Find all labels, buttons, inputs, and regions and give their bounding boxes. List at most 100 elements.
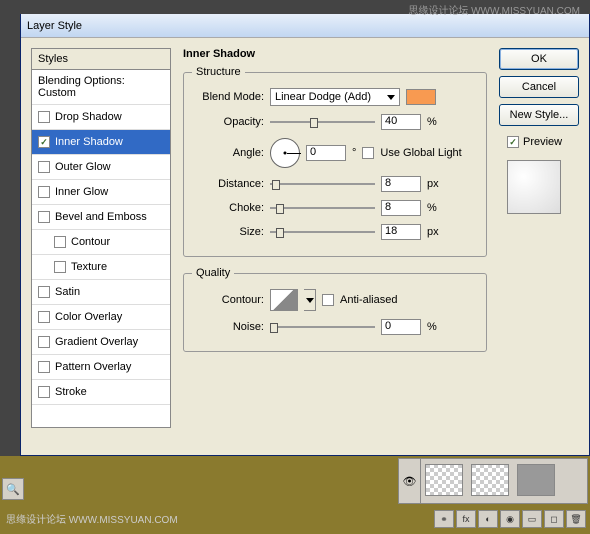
checkbox[interactable] [54, 261, 66, 273]
style-outer-glow[interactable]: Outer Glow [32, 155, 170, 180]
style-label: Contour [71, 236, 110, 248]
choke-slider[interactable] [270, 207, 375, 209]
structure-legend: Structure [192, 66, 245, 78]
styles-panel: Styles Blending Options: Custom Drop Sha… [31, 48, 171, 445]
new-style-button[interactable]: New Style... [499, 104, 579, 126]
style-label: Inner Glow [55, 186, 108, 198]
preview-checkbox[interactable] [507, 136, 519, 148]
style-label: Texture [71, 261, 107, 273]
layers-panel[interactable]: 👁 [398, 458, 588, 504]
style-label: Inner Shadow [55, 136, 123, 148]
style-pattern-overlay[interactable]: Pattern Overlay [32, 355, 170, 380]
layer-style-dialog: Layer Style Styles Blending Options: Cus… [20, 14, 590, 456]
color-swatch[interactable] [406, 89, 436, 105]
style-label: Satin [55, 286, 80, 298]
checkbox[interactable] [54, 236, 66, 248]
styles-header[interactable]: Styles [32, 49, 170, 70]
checkbox[interactable] [38, 161, 50, 173]
style-satin[interactable]: Satin [32, 280, 170, 305]
adjustment-icon[interactable]: ◉ [500, 510, 520, 528]
checkbox[interactable] [38, 361, 50, 373]
style-contour[interactable]: Contour [32, 230, 170, 255]
ok-button[interactable]: OK [499, 48, 579, 70]
watermark-bottom: 思缘设计论坛 WWW.MISSYUAN.COM [6, 511, 178, 526]
mask-icon[interactable]: ◐ [478, 510, 498, 528]
blend-mode-label: Blend Mode: [192, 91, 264, 103]
checkbox[interactable] [38, 386, 50, 398]
noise-input[interactable]: 0 [381, 319, 421, 335]
noise-slider[interactable] [270, 326, 375, 328]
antialiased-checkbox[interactable] [322, 294, 334, 306]
buttons-panel: OK Cancel New Style... Preview [499, 48, 579, 445]
angle-dial[interactable] [270, 138, 300, 168]
blend-mode-select[interactable]: Linear Dodge (Add) [270, 88, 400, 106]
distance-slider[interactable] [270, 183, 375, 185]
contour-picker[interactable] [270, 289, 298, 311]
style-label: Stroke [55, 386, 87, 398]
new-layer-icon[interactable]: ◻ [544, 510, 564, 528]
size-input[interactable]: 18 [381, 224, 421, 240]
link-icon[interactable]: ⚭ [434, 510, 454, 528]
size-unit: px [427, 226, 439, 238]
style-gradient-overlay[interactable]: Gradient Overlay [32, 330, 170, 355]
preview-thumbnail [507, 160, 561, 214]
checkbox[interactable] [38, 111, 50, 123]
chevron-down-icon [387, 95, 395, 100]
style-texture[interactable]: Texture [32, 255, 170, 280]
zoom-tool-icon[interactable]: 🔍 [2, 478, 24, 500]
checkbox[interactable] [38, 336, 50, 348]
style-inner-shadow[interactable]: Inner Shadow [32, 130, 170, 155]
style-label: Pattern Overlay [55, 361, 131, 373]
angle-unit: ° [352, 147, 356, 159]
global-light-checkbox[interactable] [362, 147, 374, 159]
layer-thumbnail[interactable] [425, 464, 463, 496]
global-light-label: Use Global Light [380, 147, 461, 159]
fx-icon[interactable]: fx [456, 510, 476, 528]
noise-unit: % [427, 321, 437, 333]
chevron-down-icon [306, 298, 314, 303]
style-color-overlay[interactable]: Color Overlay [32, 305, 170, 330]
dialog-title: Layer Style [27, 20, 82, 32]
angle-label: Angle: [192, 147, 264, 159]
antialiased-label: Anti-aliased [340, 294, 397, 306]
trash-icon[interactable]: 🗑 [566, 510, 586, 528]
style-drop-shadow[interactable]: Drop Shadow [32, 105, 170, 130]
preview-label: Preview [523, 136, 562, 148]
opacity-input[interactable]: 40 [381, 114, 421, 130]
size-slider[interactable] [270, 231, 375, 233]
folder-icon[interactable]: ▭ [522, 510, 542, 528]
opacity-slider[interactable] [270, 121, 375, 123]
structure-fieldset: Structure Blend Mode: Linear Dodge (Add)… [183, 66, 487, 257]
checkbox[interactable] [38, 186, 50, 198]
contour-dropdown[interactable] [304, 289, 316, 311]
opacity-label: Opacity: [192, 116, 264, 128]
size-label: Size: [192, 226, 264, 238]
choke-label: Choke: [192, 202, 264, 214]
style-label: Bevel and Emboss [55, 211, 147, 223]
style-inner-glow[interactable]: Inner Glow [32, 180, 170, 205]
style-stroke[interactable]: Stroke [32, 380, 170, 405]
dialog-titlebar[interactable]: Layer Style [21, 14, 589, 38]
visibility-icon[interactable]: 👁 [399, 459, 421, 503]
layer-thumbnail[interactable] [471, 464, 509, 496]
panel-title: Inner Shadow [183, 48, 487, 60]
blending-options[interactable]: Blending Options: Custom [32, 70, 170, 105]
checkbox[interactable] [38, 136, 50, 148]
noise-label: Noise: [192, 321, 264, 333]
quality-legend: Quality [192, 267, 234, 279]
style-label: Color Overlay [55, 311, 122, 323]
choke-input[interactable]: 8 [381, 200, 421, 216]
distance-input[interactable]: 8 [381, 176, 421, 192]
checkbox[interactable] [38, 211, 50, 223]
contour-label: Contour: [192, 294, 264, 306]
blend-mode-value: Linear Dodge (Add) [275, 91, 371, 103]
layer-thumbnail[interactable] [517, 464, 555, 496]
angle-input[interactable]: 0 [306, 145, 346, 161]
checkbox[interactable] [38, 311, 50, 323]
checkbox[interactable] [38, 286, 50, 298]
distance-label: Distance: [192, 178, 264, 190]
cancel-button[interactable]: Cancel [499, 76, 579, 98]
choke-unit: % [427, 202, 437, 214]
style-label: Drop Shadow [55, 111, 122, 123]
style-bevel-emboss[interactable]: Bevel and Emboss [32, 205, 170, 230]
